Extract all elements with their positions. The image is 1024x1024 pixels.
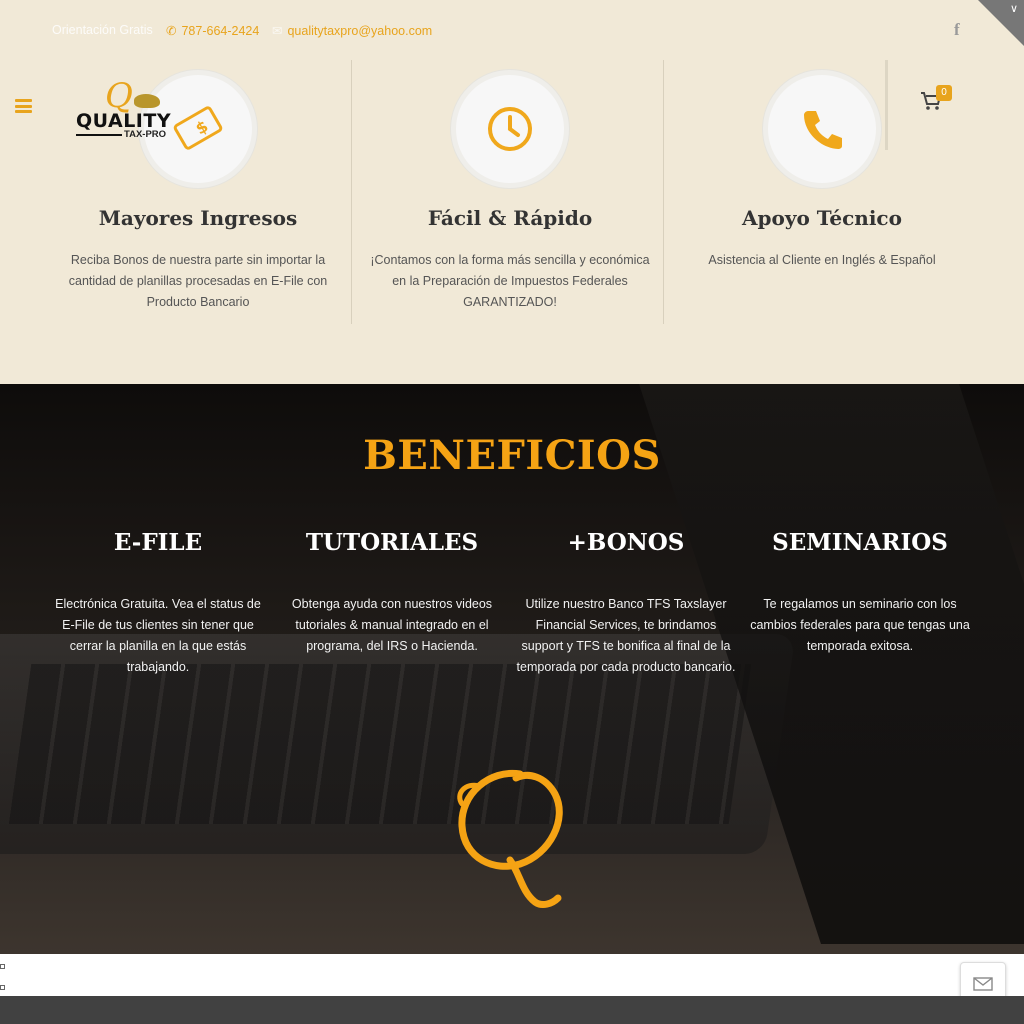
benefit-seminarios: SEMINARIOS Te regalamos un seminario con… [750, 529, 970, 657]
feature-text: Reciba Bonos de nuestra parte sin import… [68, 253, 328, 309]
footer [0, 996, 1024, 1024]
slider-dot[interactable] [0, 985, 5, 990]
facebook-icon[interactable]: f [954, 20, 968, 40]
mail-icon: ✉ [272, 24, 283, 38]
benefit-efile: E-FILE Electrónica Gratuita. Vea el stat… [48, 529, 268, 678]
benefits-title: BENEFICIOS [363, 432, 661, 479]
benefit-text: Obtenga ayuda con nuestros videos tutori… [291, 597, 493, 653]
phone-number: 787-664-2424 [181, 24, 260, 38]
feature-circle [763, 70, 881, 188]
keyboard-background [8, 664, 752, 824]
benefit-text: Utilize nuestro Banco TFS Taxslayer Fina… [516, 597, 736, 674]
menu-icon[interactable] [15, 99, 32, 116]
header-divider [885, 60, 888, 150]
benefits-section: BENEFICIOS E-FILE Electrónica Gratuita. … [0, 384, 1024, 954]
benefit-text: Electrónica Gratuita. Vea el status de E… [55, 597, 261, 674]
email-address: qualitytaxpro@yahoo.com [287, 24, 433, 38]
feature-title: Apoyo Técnico [742, 206, 902, 230]
benefit-bonos: +BONOS Utilize nuestro Banco TFS Taxslay… [516, 529, 736, 678]
benefit-title: E-FILE [113, 529, 203, 556]
corner-toggle[interactable]: ∨ [978, 0, 1024, 46]
cart-count-badge: 0 [936, 85, 952, 101]
phone-link[interactable]: ✆ 787-664-2424 [166, 23, 259, 38]
benefit-tutoriales: TUTORIALES Obtenga ayuda con nuestros vi… [282, 529, 502, 657]
benefit-text: Te regalamos un seminario con los cambio… [750, 597, 970, 653]
feature-circle [451, 70, 569, 188]
benefit-title: TUTORIALES [305, 529, 479, 556]
money-icon: $ [173, 106, 223, 150]
logo-subtext: TAX-PRO [124, 129, 167, 140]
q-logo-icon [457, 769, 563, 909]
feature-text: ¡Contamos con la forma más sencilla y ec… [370, 253, 650, 309]
divider [663, 60, 664, 324]
feature-facil-rapido: Fácil & Rápido ¡Contamos con la forma má… [360, 70, 660, 313]
envelope-icon [973, 977, 993, 991]
chevron-down-icon: ∨ [1009, 3, 1018, 15]
feature-text: Asistencia al Cliente en Inglés & Españo… [708, 253, 936, 267]
email-link[interactable]: ✉ qualitytaxpro@yahoo.com [272, 23, 432, 38]
feature-title: Mayores Ingresos [98, 206, 298, 230]
logo[interactable]: Q QUALITY TAX-PRO [76, 76, 176, 142]
slider-dot[interactable] [0, 964, 5, 969]
frog-logo-icon [134, 94, 160, 108]
divider [351, 60, 352, 324]
white-strip [0, 954, 1024, 996]
benefit-title: SEMINARIOS [772, 529, 948, 556]
phone-icon: ✆ [166, 24, 177, 38]
benefit-title: +BONOS [567, 529, 685, 556]
logo-underline [76, 134, 122, 136]
clock-icon [488, 107, 532, 151]
orientation-link[interactable]: Orientación Gratis [52, 23, 153, 37]
phone-icon [804, 111, 842, 149]
feature-title: Fácil & Rápido [427, 206, 593, 230]
top-bar: Orientación Gratis ✆ 787-664-2424 ✉ qualit… [0, 0, 1024, 60]
